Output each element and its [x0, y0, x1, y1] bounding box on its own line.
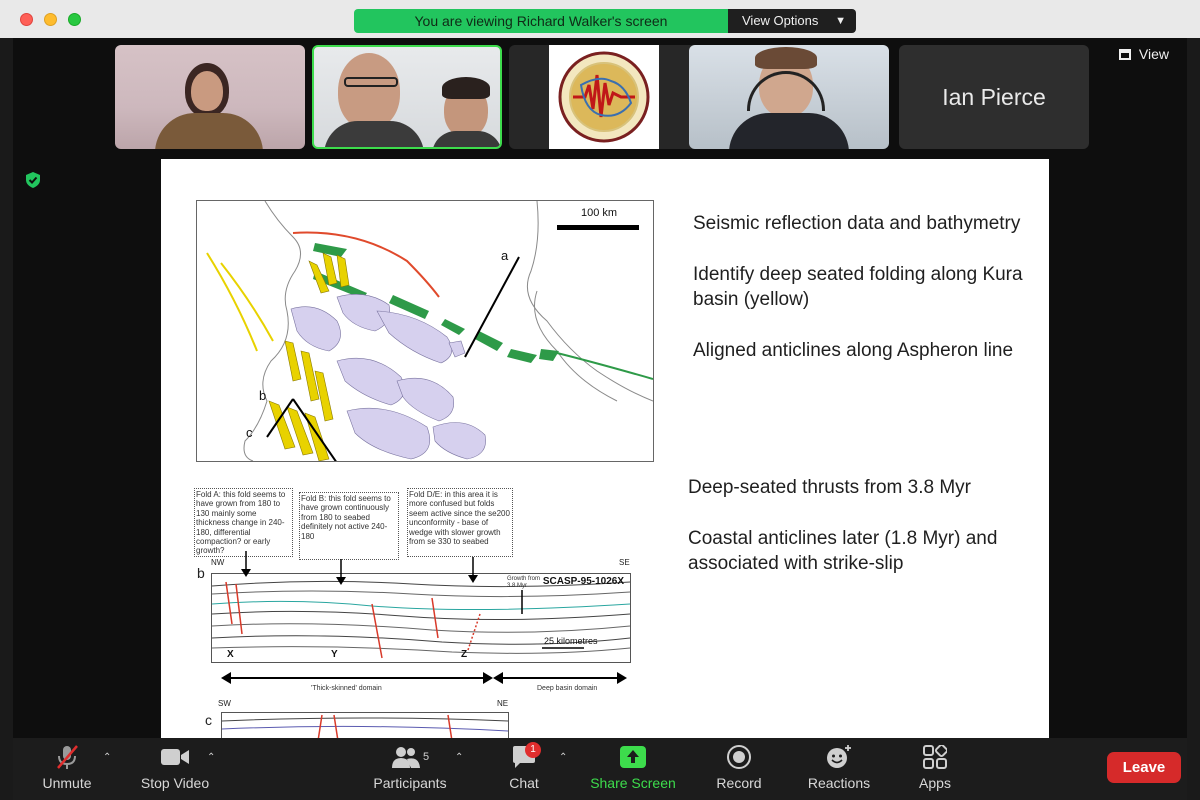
seismic-section-c — [221, 712, 509, 738]
participant-shoulders — [155, 113, 263, 149]
stop-video-label: Stop Video — [140, 775, 210, 791]
smiley-plus-icon — [799, 744, 879, 770]
participant-face — [191, 71, 223, 111]
apps-label: Apps — [919, 775, 951, 791]
microphone-muted-icon — [35, 744, 99, 770]
gallery-view-button[interactable]: View — [1119, 43, 1181, 65]
reactions-button[interactable]: Reactions — [799, 744, 879, 792]
share-screen-label: Share Screen — [590, 775, 676, 791]
unmute-label: Unmute — [42, 775, 92, 791]
glasses-icon — [344, 77, 398, 87]
window-titlebar: You are viewing Richard Walker's screen … — [0, 0, 1200, 38]
participant-video-tile[interactable] — [115, 45, 305, 149]
reactions-label: Reactions — [807, 775, 871, 791]
meeting-stage: Ian Pierce View 100 km a b c Seismic ref… — [13, 38, 1187, 738]
participant-hair — [442, 77, 490, 99]
screen-share-banner: You are viewing Richard Walker's screen — [354, 9, 728, 33]
section-c-label: c — [205, 712, 212, 728]
chat-unread-badge: 1 — [525, 742, 541, 758]
stop-video-button[interactable]: Stop Video — [133, 744, 217, 792]
shared-slide: 100 km a b c Seismic reflection data and… — [161, 159, 1049, 738]
apps-icon — [907, 744, 963, 770]
section-sw-label: SW — [218, 699, 231, 708]
chat-label: Chat — [509, 775, 539, 791]
participants-options-caret-icon[interactable]: ⌃ — [455, 752, 463, 763]
leave-meeting-button[interactable]: Leave — [1107, 752, 1181, 783]
participant-shoulders — [324, 121, 424, 147]
active-speaker-video-tile[interactable] — [312, 45, 502, 149]
apps-button[interactable]: Apps — [907, 744, 963, 792]
participant-hair — [755, 47, 817, 69]
meeting-toolbar: Unmute ⌃ Stop Video ⌃ 5 Participants ⌃ 1… — [13, 738, 1187, 800]
participants-label: Participants — [373, 775, 447, 791]
share-screen-button[interactable]: Share Screen — [583, 744, 683, 792]
participant-count: 5 — [422, 751, 430, 763]
participant-name-tile[interactable]: Ian Pierce — [899, 45, 1089, 149]
grid-view-icon — [1119, 49, 1131, 60]
audio-options-caret-icon[interactable]: ⌃ — [103, 752, 111, 763]
minimize-window-button[interactable] — [44, 13, 57, 26]
seismic-survey-logo — [549, 45, 659, 149]
deep-basin-domain-label: Deep basin domain — [537, 685, 598, 692]
record-button[interactable]: Record — [706, 744, 772, 792]
view-options-button[interactable]: View Options ▼ — [728, 9, 856, 33]
video-camera-icon — [133, 744, 217, 770]
zoom-window-button[interactable] — [68, 13, 81, 26]
chat-button[interactable]: 1 Chat — [497, 742, 551, 792]
chevron-down-icon: ▼ — [835, 15, 846, 27]
participants-icon: 5 — [365, 744, 455, 770]
record-label: Record — [716, 775, 762, 791]
participant-shoulders — [729, 113, 849, 149]
record-icon — [706, 744, 772, 770]
participant-name: Ian Pierce — [942, 83, 1046, 110]
participant-logo-tile[interactable] — [509, 45, 699, 149]
view-label: View — [1138, 46, 1169, 62]
slide-arrows — [221, 551, 627, 684]
participant-shoulders — [432, 131, 500, 147]
participants-button[interactable]: 5 Participants — [365, 744, 455, 792]
chat-options-caret-icon[interactable]: ⌃ — [559, 752, 567, 763]
view-options-label: View Options — [742, 13, 819, 28]
thick-skinned-domain-label: 'Thick-skinned' domain — [311, 685, 382, 692]
chat-bubble-icon — [497, 744, 551, 770]
video-options-caret-icon[interactable]: ⌃ — [207, 752, 215, 763]
encryption-shield-icon[interactable] — [25, 171, 41, 189]
close-window-button[interactable] — [20, 13, 33, 26]
participant-video-tile[interactable] — [689, 45, 889, 149]
section-ne-label: NE — [497, 699, 509, 708]
unmute-button[interactable]: Unmute — [35, 744, 99, 792]
share-screen-icon — [583, 744, 683, 770]
participant-face — [338, 53, 400, 129]
